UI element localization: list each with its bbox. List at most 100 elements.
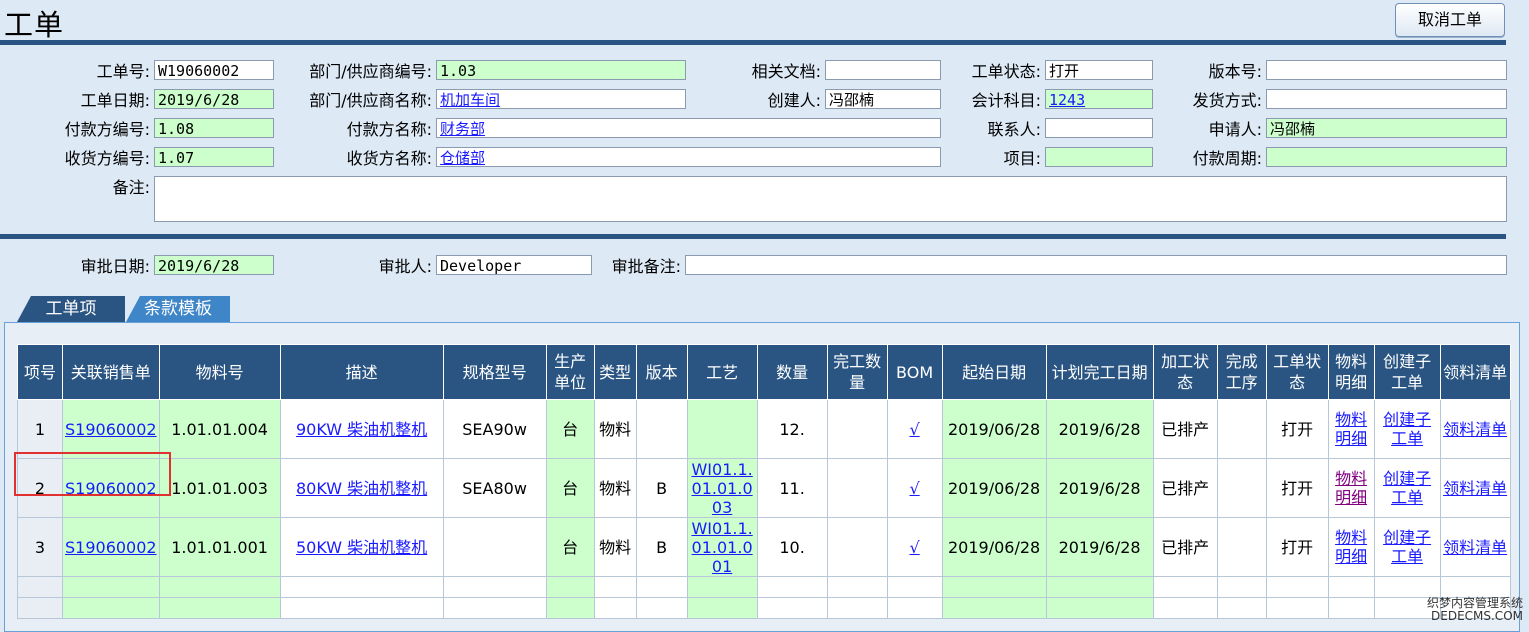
process-cell: WI01.1.01.01.001 — [686, 517, 758, 577]
order-date-field[interactable]: 2019/6/28 — [154, 89, 274, 109]
order-status-cell: 打开 — [1265, 517, 1329, 577]
dept-no-field[interactable]: 1.03 — [436, 60, 686, 80]
project-field[interactable] — [1045, 147, 1153, 167]
receiver-name-link[interactable]: 仓储部 — [440, 149, 485, 166]
tab-terms-template[interactable]: 条款模板 — [126, 296, 230, 322]
contact-field[interactable] — [1045, 118, 1153, 138]
approval-remark-field[interactable] — [685, 255, 1507, 275]
description-link[interactable]: 90KW 柴油机整机 — [296, 420, 427, 439]
start-date-cell: 2019/06/28 — [941, 517, 1047, 577]
bom-link[interactable]: √ — [909, 538, 919, 557]
description-link[interactable]: 80KW 柴油机整机 — [296, 479, 427, 498]
planned-finish-cell: 2019/6/28 — [1045, 458, 1154, 518]
sales-order-cell: S19060002 — [62, 458, 160, 518]
table-row: 3 S19060002 1.01.01.001 50KW 柴油机整机 台 物料 … — [17, 517, 1511, 577]
related-doc-label: 相关文档: — [751, 62, 821, 81]
col-header: 领料清单 — [1439, 344, 1511, 400]
applicant-field[interactable]: 冯邵楠 — [1266, 118, 1507, 138]
picking-list-link[interactable]: 领料清单 — [1443, 538, 1507, 557]
sales-order-link[interactable]: S19060002 — [65, 538, 157, 557]
col-header: 计划完工日期 — [1045, 344, 1154, 400]
material-detail-link[interactable]: 物料明细 — [1335, 410, 1367, 448]
sales-order-link[interactable]: S19060002 — [65, 479, 157, 498]
col-header: 完工数量 — [826, 344, 888, 400]
material-no-cell: 1.01.01.004 — [158, 399, 281, 459]
create-sub-order-link[interactable]: 创建子工单 — [1383, 528, 1431, 566]
receiver-no-field[interactable]: 1.07 — [154, 147, 274, 167]
dept-name-field[interactable]: 机加车间 — [436, 89, 686, 109]
payer-name-label: 付款方名称: — [346, 120, 432, 139]
account-field[interactable]: 1243 — [1045, 89, 1153, 109]
order-no-field[interactable]: W19060002 — [154, 60, 274, 80]
receiver-name-label: 收货方名称: — [346, 149, 432, 168]
bom-link[interactable]: √ — [909, 420, 919, 439]
bom-cell: √ — [886, 517, 943, 577]
start-date-cell: 2019/06/28 — [941, 399, 1047, 459]
create-sub-order-link[interactable]: 创建子工单 — [1383, 410, 1431, 448]
approver-label: 审批人: — [378, 257, 432, 276]
spec-cell — [442, 517, 547, 577]
col-header: 规格型号 — [442, 344, 547, 400]
creator-field[interactable]: 冯邵楠 — [825, 89, 941, 109]
type-cell: 物料 — [593, 399, 637, 459]
payer-name-field[interactable]: 财务部 — [436, 118, 941, 138]
related-doc-field[interactable] — [825, 60, 941, 80]
col-header: 起始日期 — [941, 344, 1047, 400]
dept-name-link[interactable]: 机加车间 — [440, 91, 500, 108]
watermark-line2: DEDECMS.COM — [1431, 609, 1523, 623]
spec-cell: SEA90w — [442, 399, 547, 459]
create-sub-order-link[interactable]: 创建子工单 — [1383, 469, 1431, 507]
receiver-no-label: 收货方编号: — [64, 149, 150, 168]
order-items-table: 项号 关联销售单 物料号 描述 规格型号 生产单位 类型 版本 工艺 数量 完工… — [17, 344, 1511, 619]
planned-finish-cell: 2019/6/28 — [1045, 517, 1154, 577]
col-header: 类型 — [593, 344, 637, 400]
order-status-field[interactable]: 打开 — [1045, 60, 1153, 80]
bom-cell: √ — [886, 458, 943, 518]
pay-period-field[interactable] — [1266, 147, 1507, 167]
material-detail-link[interactable]: 物料明细 — [1335, 528, 1367, 566]
unit-cell: 台 — [545, 517, 595, 577]
version-no-field[interactable] — [1266, 60, 1507, 80]
approval-remark-label: 审批备注: — [611, 257, 681, 276]
order-no-label: 工单号: — [96, 62, 150, 81]
start-date-cell: 2019/06/28 — [941, 458, 1047, 518]
receiver-name-field[interactable]: 仓储部 — [436, 147, 941, 167]
payer-name-link[interactable]: 财务部 — [440, 120, 485, 137]
unit-cell: 台 — [545, 458, 595, 518]
ship-method-field[interactable] — [1266, 89, 1507, 109]
completed-qty-cell — [826, 458, 888, 518]
process-link[interactable]: WI01.1.01.01.001 — [691, 519, 752, 576]
picking-list-cell: 领料清单 — [1439, 517, 1511, 577]
watermark: 织梦内容管理系统 DEDECMS.COM — [1427, 597, 1523, 623]
picking-list-link[interactable]: 领料清单 — [1443, 479, 1507, 498]
sales-order-link[interactable]: S19060002 — [65, 420, 157, 439]
tab-order-items[interactable]: 工单项 — [17, 296, 125, 322]
material-detail-link[interactable]: 物料明细 — [1335, 469, 1367, 507]
order-date-label: 工单日期: — [80, 91, 150, 110]
material-detail-cell: 物料明细 — [1327, 399, 1375, 459]
description-link[interactable]: 50KW 柴油机整机 — [296, 538, 427, 557]
section-divider — [0, 234, 1506, 239]
row-index: 3 — [17, 517, 63, 577]
col-header: 完成工序 — [1216, 344, 1267, 400]
creator-label: 创建人: — [767, 91, 821, 110]
version-cell: B — [635, 517, 688, 577]
account-link[interactable]: 1243 — [1049, 91, 1085, 108]
ship-method-label: 发货方式: — [1192, 91, 1262, 110]
remark-textarea[interactable] — [154, 176, 1507, 222]
cancel-order-button[interactable]: 取消工单 — [1395, 3, 1505, 37]
picking-list-link[interactable]: 领料清单 — [1443, 420, 1507, 439]
payer-no-field[interactable]: 1.08 — [154, 118, 274, 138]
approver-field[interactable]: Developer — [436, 255, 592, 275]
bom-cell: √ — [886, 399, 943, 459]
create-sub-order-cell: 创建子工单 — [1373, 399, 1441, 459]
dept-name-label: 部门/供应商名称: — [309, 91, 432, 110]
bom-link[interactable]: √ — [909, 479, 919, 498]
col-header: 加工状态 — [1152, 344, 1218, 400]
approval-date-field[interactable]: 2019/6/28 — [154, 255, 274, 275]
order-status-label: 工单状态: — [971, 62, 1041, 81]
picking-list-cell: 领料清单 — [1439, 458, 1511, 518]
description-cell: 90KW 柴油机整机 — [279, 399, 444, 459]
col-header: 物料明细 — [1327, 344, 1375, 400]
process-link[interactable]: WI01.1.01.01.003 — [691, 460, 752, 517]
